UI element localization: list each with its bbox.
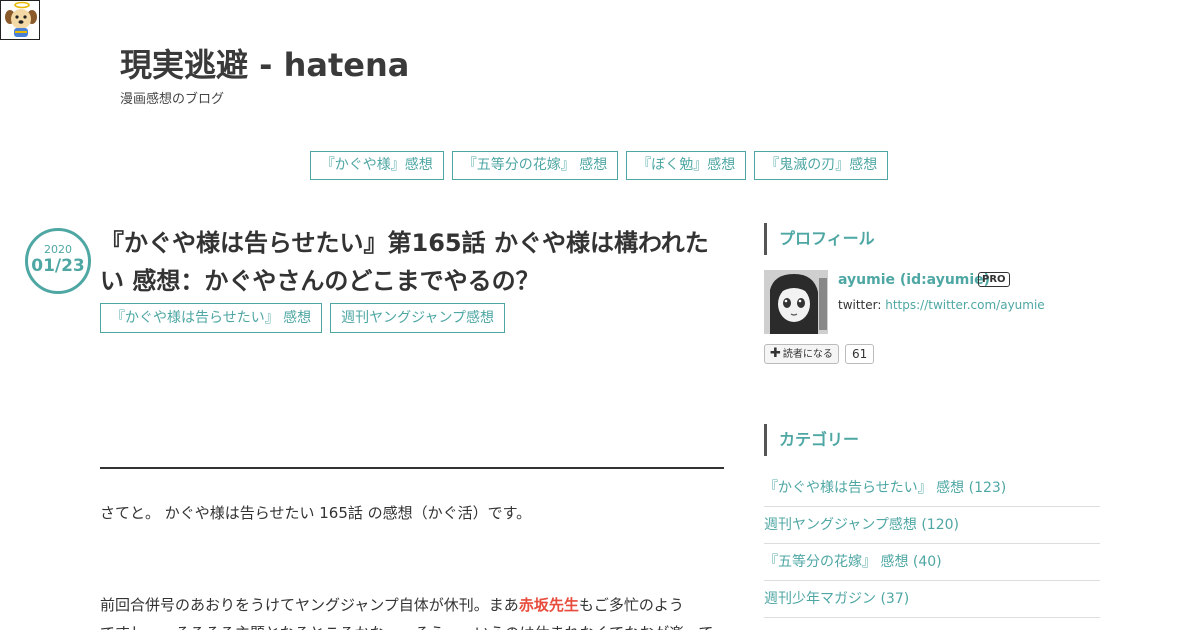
- subscriber-count[interactable]: 61: [845, 344, 875, 364]
- sidebar-category-heading: カテゴリー: [764, 424, 1100, 456]
- blog-description: 漫画感想のブログ: [120, 92, 225, 107]
- category-item-young-jump[interactable]: 週刊ヤングジャンプ感想 (120): [764, 507, 1100, 544]
- dog-mascot-icon: [5, 1, 37, 37]
- entry-category-kaguya[interactable]: 『かぐや様は告らせたい』 感想: [100, 303, 323, 333]
- entry-date-month-day: 01/23: [31, 256, 85, 276]
- pro-badge: PRO: [978, 272, 1010, 287]
- profile-name-link[interactable]: ayumie (id:ayumie): [838, 272, 990, 288]
- entry-divider: [100, 467, 724, 469]
- paragraph-text: 前回合併号のあおりをうけてヤングジャンプ自体が休刊。まあ: [100, 596, 519, 614]
- entry-paragraph: 前回合併号のあおりをうけてヤングジャンプ自体が休刊。まあ赤坂先生もご多忙のよう: [100, 594, 724, 616]
- global-nav-item-kimetsu[interactable]: 『鬼滅の刃』感想: [754, 151, 889, 180]
- global-nav-item-kaguya[interactable]: 『かぐや様』感想: [309, 151, 444, 180]
- entry-category-young-jump[interactable]: 週刊ヤングジャンプ感想: [330, 303, 506, 333]
- paragraph-text: もご多忙のよう: [578, 596, 684, 614]
- entry-paragraph-cut-off: ですし……そろそろ主題となるところかな……そう……いうのは休まれなくてなおが楽っ…: [100, 622, 724, 630]
- entry-date[interactable]: 2020 01/23: [25, 228, 91, 294]
- category-item-shonen-magazine[interactable]: 週刊少年マガジン (37): [764, 581, 1100, 618]
- highlighted-author-name: 赤坂先生: [518, 596, 579, 614]
- plus-icon: ✚: [770, 346, 781, 361]
- global-nav-item-gotoubun[interactable]: 『五等分の花嫁』 感想: [451, 151, 619, 180]
- entry-title[interactable]: 『かぐや様は告らせたい』第165話 かぐや様は構われたい 感想：かぐやさんのどこ…: [100, 224, 730, 300]
- category-item-gotoubun[interactable]: 『五等分の花嫁』 感想 (40): [764, 544, 1100, 581]
- entry-categories: 『かぐや様は告らせたい』 感想 週刊ヤングジャンプ感想: [100, 303, 506, 333]
- twitter-label: twitter:: [838, 298, 886, 312]
- twitter-link[interactable]: https://twitter.com/ayumie: [885, 298, 1044, 312]
- entry-paragraph: さてと。 かぐや様は告らせたい 165話 の感想（かぐ活）です。: [100, 504, 532, 522]
- manga-character-icon: [764, 270, 828, 334]
- global-nav: 『かぐや様』感想 『五等分の花嫁』 感想 『ぼく勉』感想 『鬼滅の刃』感想: [0, 151, 1200, 180]
- sidebar-profile-heading: プロフィール: [764, 223, 1100, 255]
- global-nav-item-bokuben[interactable]: 『ぼく勉』感想: [626, 151, 747, 180]
- blog-title[interactable]: 現実逃避 - hatena: [120, 40, 409, 86]
- subscribe-button[interactable]: ✚ 読者になる: [764, 344, 839, 364]
- entry-date-year: 2020: [44, 243, 72, 256]
- profile-twitter: twitter: https://twitter.com/ayumie: [838, 298, 1045, 312]
- subscribe-label: 読者になる: [782, 349, 833, 360]
- sidebar-category-list: 『かぐや様は告らせたい』 感想 (123) 週刊ヤングジャンプ感想 (120) …: [764, 470, 1100, 618]
- blog-avatar-image[interactable]: [0, 0, 40, 40]
- profile-avatar[interactable]: [764, 270, 828, 334]
- category-item-kaguya[interactable]: 『かぐや様は告らせたい』 感想 (123): [764, 470, 1100, 507]
